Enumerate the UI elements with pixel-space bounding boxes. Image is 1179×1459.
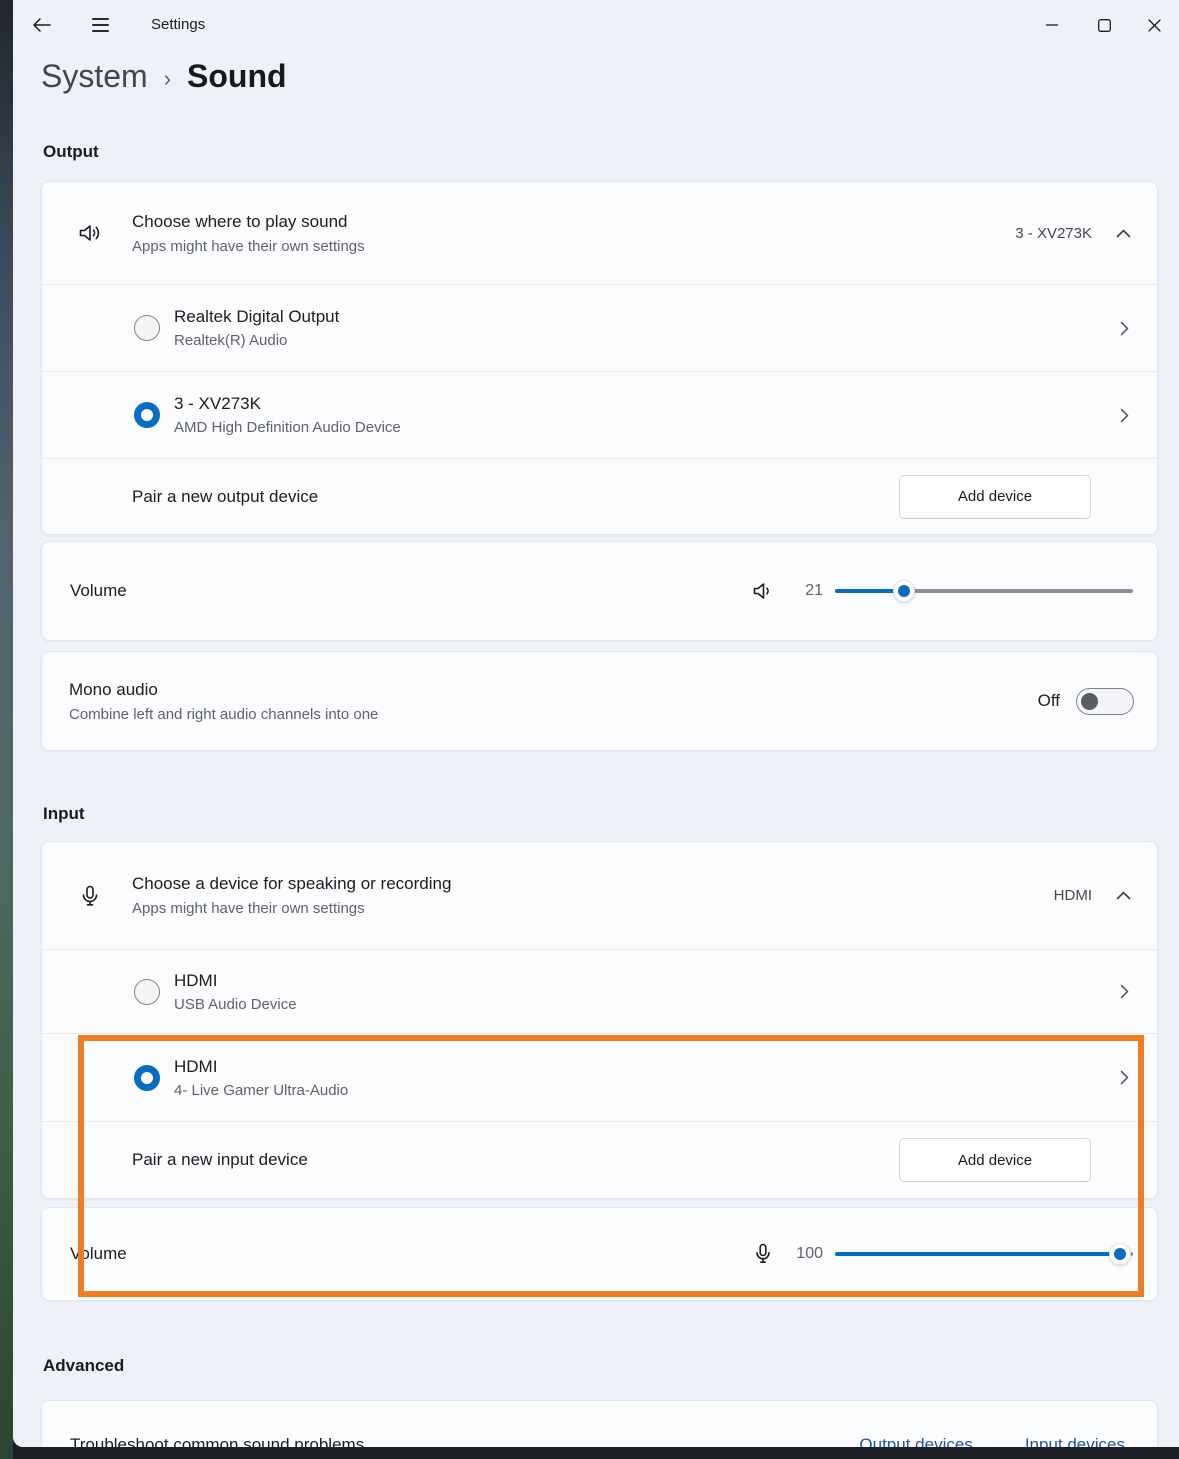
settings-window: Settings System › Sound Output bbox=[13, 0, 1179, 1447]
back-button[interactable] bbox=[19, 0, 65, 50]
radio-unselected-icon[interactable] bbox=[134, 315, 160, 341]
minimize-icon bbox=[1046, 19, 1058, 31]
chevron-right-icon[interactable] bbox=[1120, 321, 1129, 336]
input-volume-card: Volume 100 bbox=[41, 1207, 1158, 1301]
add-output-device-button[interactable]: Add device bbox=[899, 475, 1091, 519]
input-expander-row[interactable]: Choose a device for speaking or recordin… bbox=[42, 842, 1157, 949]
device-name: HDMI bbox=[174, 971, 297, 991]
chevron-right-icon[interactable] bbox=[1120, 1070, 1129, 1085]
pair-input-row: Pair a new input device Add device bbox=[42, 1121, 1157, 1198]
mono-audio-card: Mono audio Combine left and right audio … bbox=[41, 651, 1158, 751]
chevron-up-icon[interactable] bbox=[1116, 229, 1131, 238]
input-selected-device-value: HDMI bbox=[1054, 887, 1092, 904]
add-input-device-button[interactable]: Add device bbox=[899, 1138, 1091, 1182]
device-name: HDMI bbox=[174, 1057, 348, 1077]
output-volume-label: Volume bbox=[70, 581, 127, 601]
minimize-button[interactable] bbox=[1029, 0, 1075, 50]
toggle-knob bbox=[1081, 693, 1098, 710]
breadcrumb-system[interactable]: System bbox=[41, 58, 148, 95]
chevron-right-icon[interactable] bbox=[1120, 408, 1129, 423]
maximize-button[interactable] bbox=[1081, 0, 1127, 50]
device-desc: Realtek(R) Audio bbox=[174, 332, 339, 349]
input-volume-value: 100 bbox=[789, 1245, 823, 1263]
mono-audio-title: Mono audio bbox=[69, 680, 378, 700]
desktop-background-strip bbox=[0, 0, 13, 1459]
microphone-small-icon[interactable] bbox=[751, 1242, 775, 1266]
titlebar: Settings bbox=[13, 0, 1179, 50]
input-devices-link[interactable]: Input devices bbox=[1025, 1435, 1125, 1447]
mono-audio-subtitle: Combine left and right audio channels in… bbox=[69, 706, 378, 723]
input-section-label: Input bbox=[43, 804, 85, 824]
pair-output-label: Pair a new output device bbox=[132, 487, 318, 507]
mono-audio-toggle[interactable] bbox=[1076, 688, 1134, 715]
back-arrow-icon bbox=[32, 17, 52, 33]
output-selected-device-value: 3 - XV273K bbox=[1015, 225, 1092, 242]
breadcrumb-separator-icon: › bbox=[164, 62, 171, 92]
device-desc: AMD High Definition Audio Device bbox=[174, 419, 401, 436]
troubleshoot-label: Troubleshoot common sound problems bbox=[70, 1435, 364, 1447]
slider-fill bbox=[835, 1252, 1121, 1256]
input-volume-label: Volume bbox=[70, 1244, 127, 1264]
output-device-row-realtek[interactable]: Realtek Digital Output Realtek(R) Audio bbox=[42, 284, 1157, 371]
input-device-card: Choose a device for speaking or recordin… bbox=[41, 841, 1158, 1199]
radio-selected-icon[interactable] bbox=[134, 402, 160, 428]
breadcrumb: System › Sound bbox=[41, 58, 287, 95]
output-expander-row[interactable]: Choose where to play sound Apps might ha… bbox=[42, 182, 1157, 284]
mono-toggle-state: Off bbox=[1038, 691, 1060, 711]
input-device-row-usb[interactable]: HDMI USB Audio Device bbox=[42, 949, 1157, 1033]
chevron-right-icon[interactable] bbox=[1120, 984, 1129, 999]
output-volume-card: Volume 21 bbox=[41, 541, 1158, 641]
close-icon bbox=[1148, 19, 1161, 32]
advanced-section-label: Advanced bbox=[43, 1356, 124, 1376]
output-volume-value: 21 bbox=[789, 582, 823, 600]
pair-input-label: Pair a new input device bbox=[132, 1150, 308, 1170]
hamburger-menu-button[interactable] bbox=[77, 0, 123, 50]
output-section-label: Output bbox=[43, 142, 99, 162]
input-expander-subtitle: Apps might have their own settings bbox=[132, 900, 451, 917]
device-name: Realtek Digital Output bbox=[174, 307, 339, 327]
radio-selected-icon[interactable] bbox=[134, 1065, 160, 1091]
speaker-small-icon[interactable] bbox=[751, 579, 775, 603]
device-desc: 4- Live Gamer Ultra-Audio bbox=[174, 1082, 348, 1099]
slider-thumb[interactable] bbox=[1109, 1243, 1131, 1265]
maximize-icon bbox=[1098, 19, 1111, 32]
output-device-card: Choose where to play sound Apps might ha… bbox=[41, 181, 1158, 535]
microphone-icon bbox=[77, 883, 103, 909]
output-expander-title: Choose where to play sound bbox=[132, 212, 365, 232]
advanced-card: Troubleshoot common sound problems Outpu… bbox=[41, 1400, 1158, 1447]
window-title: Settings bbox=[151, 16, 205, 33]
output-expander-subtitle: Apps might have their own settings bbox=[132, 238, 365, 255]
output-volume-slider[interactable] bbox=[835, 579, 1133, 603]
page-title: Sound bbox=[187, 58, 287, 95]
device-desc: USB Audio Device bbox=[174, 996, 297, 1013]
output-device-row-xv273k[interactable]: 3 - XV273K AMD High Definition Audio Dev… bbox=[42, 371, 1157, 458]
input-volume-slider[interactable] bbox=[835, 1242, 1133, 1266]
speaker-icon bbox=[77, 220, 103, 246]
radio-unselected-icon[interactable] bbox=[134, 979, 160, 1005]
close-button[interactable] bbox=[1131, 0, 1177, 50]
slider-thumb[interactable] bbox=[893, 580, 915, 602]
device-name: 3 - XV273K bbox=[174, 394, 401, 414]
input-device-row-livegamer[interactable]: HDMI 4- Live Gamer Ultra-Audio bbox=[42, 1033, 1157, 1121]
input-expander-title: Choose a device for speaking or recordin… bbox=[132, 874, 451, 894]
pair-output-row: Pair a new output device Add device bbox=[42, 458, 1157, 534]
output-devices-link[interactable]: Output devices bbox=[859, 1435, 972, 1447]
chevron-up-icon[interactable] bbox=[1116, 891, 1131, 900]
